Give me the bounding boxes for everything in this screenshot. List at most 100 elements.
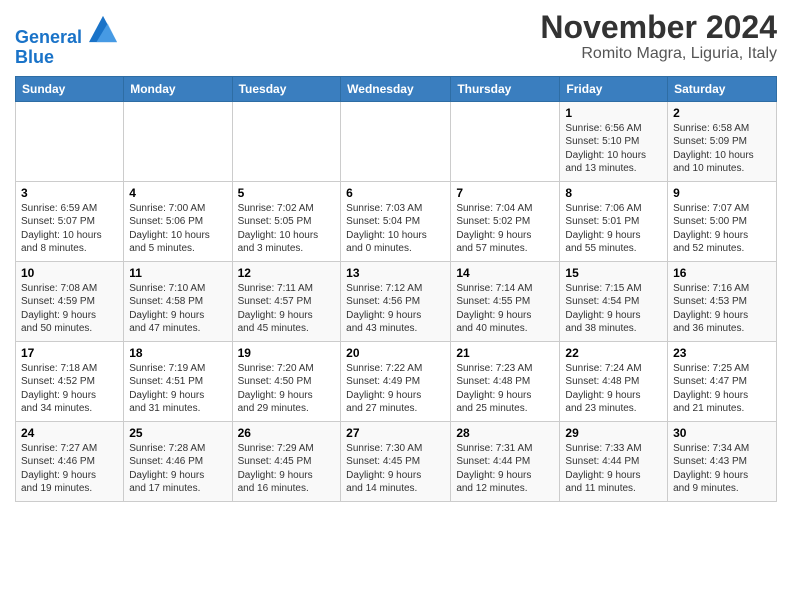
calendar-cell: 22 Sunrise: 7:24 AMSunset: 4:48 PMDayligh…	[560, 341, 668, 421]
day-number: 4	[129, 186, 226, 200]
day-info: Sunrise: 7:04 AMSunset: 5:02 PMDaylight:…	[456, 202, 554, 256]
day-info: Sunrise: 7:24 AMSunset: 4:48 PMDaylight:…	[565, 362, 662, 416]
day-number: 13	[346, 266, 445, 280]
calendar-cell: 25Sunrise: 7:28 AMSunset: 4:46 PMDayligh…	[124, 421, 232, 501]
calendar-cell	[124, 101, 232, 181]
main-title: November 2024	[540, 10, 777, 45]
day-number: 16	[673, 266, 771, 280]
calendar-cell: 28Sunrise: 7:31 AMSunset: 4:44 PMDayligh…	[451, 421, 560, 501]
day-info: Sunrise: 7:25 AMSunset: 4:47 PMDaylight:…	[673, 362, 771, 416]
calendar-cell: 12Sunrise: 7:11 AMSunset: 4:57 PMDayligh…	[232, 261, 341, 341]
day-number: 18	[129, 346, 226, 360]
calendar-table: SundayMondayTuesdayWednesdayThursdayFrid…	[15, 76, 777, 502]
day-info: Sunrise: 7:08 AMSunset: 4:59 PMDaylight:…	[21, 282, 118, 336]
day-info: Sunrise: 7:02 AMSunset: 5:05 PMDaylight:…	[238, 202, 336, 256]
calendar-cell: 13 Sunrise: 7:12 AMSunset: 4:56 PMDayligh…	[341, 261, 451, 341]
day-number: 2	[673, 106, 771, 120]
day-info: Sunrise: 7:33 AMSunset: 4:44 PMDaylight:…	[565, 442, 662, 496]
calendar-cell: 27 Sunrise: 7:30 AMSunset: 4:45 PMDayligh…	[341, 421, 451, 501]
calendar-cell: 16 Sunrise: 7:16 AMSunset: 4:53 PMDayligh…	[668, 261, 777, 341]
calendar-cell: 24 Sunrise: 7:27 AMSunset: 4:46 PMDayligh…	[16, 421, 124, 501]
calendar-cell: 15 Sunrise: 7:15 AMSunset: 4:54 PMDayligh…	[560, 261, 668, 341]
day-number: 10	[21, 266, 118, 280]
day-info: Sunrise: 7:06 AMSunset: 5:01 PMDaylight:…	[565, 202, 662, 256]
day-number: 22	[565, 346, 662, 360]
day-info: Sunrise: 6:56 AMSunset: 5:10 PMDaylight:…	[565, 122, 662, 176]
calendar-header: SundayMondayTuesdayWednesdayThursdayFrid…	[16, 76, 777, 101]
day-number: 9	[673, 186, 771, 200]
day-info: Sunrise: 7:03 AMSunset: 5:04 PMDaylight:…	[346, 202, 445, 256]
day-number: 26	[238, 426, 336, 440]
calendar-cell: 19Sunrise: 7:20 AMSunset: 4:50 PMDayligh…	[232, 341, 341, 421]
title-area: November 2024 Romito Magra, Liguria, Ita…	[540, 10, 777, 63]
calendar-cell: 21 Sunrise: 7:23 AMSunset: 4:48 PMDayligh…	[451, 341, 560, 421]
day-info: Sunrise: 7:34 AMSunset: 4:43 PMDaylight:…	[673, 442, 771, 496]
day-info: Sunrise: 7:22 AMSunset: 4:49 PMDaylight:…	[346, 362, 445, 416]
day-info: Sunrise: 6:59 AMSunset: 5:07 PMDaylight:…	[21, 202, 118, 256]
weekday-header-thursday: Thursday	[451, 76, 560, 101]
day-info: Sunrise: 7:14 AMSunset: 4:55 PMDaylight:…	[456, 282, 554, 336]
subtitle: Romito Magra, Liguria, Italy	[540, 45, 777, 63]
day-number: 17	[21, 346, 118, 360]
day-number: 12	[238, 266, 336, 280]
day-number: 27	[346, 426, 445, 440]
header-area: General Blue November 2024 Romito Magra,…	[15, 10, 777, 68]
logo-icon	[89, 15, 117, 43]
day-info: Sunrise: 7:00 AMSunset: 5:06 PMDaylight:…	[129, 202, 226, 256]
day-info: Sunrise: 7:15 AMSunset: 4:54 PMDaylight:…	[565, 282, 662, 336]
logo-text: General	[15, 15, 117, 48]
calendar-cell	[341, 101, 451, 181]
day-number: 20	[346, 346, 445, 360]
day-info: Sunrise: 7:23 AMSunset: 4:48 PMDaylight:…	[456, 362, 554, 416]
day-number: 11	[129, 266, 226, 280]
day-info: Sunrise: 7:19 AMSunset: 4:51 PMDaylight:…	[129, 362, 226, 416]
calendar-cell: 5 Sunrise: 7:02 AMSunset: 5:05 PMDaylight…	[232, 181, 341, 261]
calendar-cell	[16, 101, 124, 181]
calendar-cell: 4 Sunrise: 7:00 AMSunset: 5:06 PMDaylight…	[124, 181, 232, 261]
logo-blue: Blue	[15, 48, 117, 68]
calendar-cell: 26 Sunrise: 7:29 AMSunset: 4:45 PMDayligh…	[232, 421, 341, 501]
calendar-cell: 10 Sunrise: 7:08 AMSunset: 4:59 PMDayligh…	[16, 261, 124, 341]
day-number: 24	[21, 426, 118, 440]
logo: General Blue	[15, 15, 117, 68]
day-info: Sunrise: 7:29 AMSunset: 4:45 PMDaylight:…	[238, 442, 336, 496]
day-info: Sunrise: 7:16 AMSunset: 4:53 PMDaylight:…	[673, 282, 771, 336]
calendar-week-3: 17 Sunrise: 7:18 AMSunset: 4:52 PMDayligh…	[16, 341, 777, 421]
weekday-header-sunday: Sunday	[16, 76, 124, 101]
day-number: 14	[456, 266, 554, 280]
day-info: Sunrise: 7:07 AMSunset: 5:00 PMDaylight:…	[673, 202, 771, 256]
day-number: 15	[565, 266, 662, 280]
day-info: Sunrise: 7:30 AMSunset: 4:45 PMDaylight:…	[346, 442, 445, 496]
day-number: 30	[673, 426, 771, 440]
day-info: Sunrise: 7:10 AMSunset: 4:58 PMDaylight:…	[129, 282, 226, 336]
day-info: Sunrise: 7:28 AMSunset: 4:46 PMDaylight:…	[129, 442, 226, 496]
day-number: 8	[565, 186, 662, 200]
calendar-week-0: 1 Sunrise: 6:56 AMSunset: 5:10 PMDaylight…	[16, 101, 777, 181]
calendar-cell: 8 Sunrise: 7:06 AMSunset: 5:01 PMDaylight…	[560, 181, 668, 261]
weekday-header-tuesday: Tuesday	[232, 76, 341, 101]
calendar-cell	[232, 101, 341, 181]
day-number: 5	[238, 186, 336, 200]
calendar-week-4: 24 Sunrise: 7:27 AMSunset: 4:46 PMDayligh…	[16, 421, 777, 501]
calendar-cell: 9 Sunrise: 7:07 AMSunset: 5:00 PMDaylight…	[668, 181, 777, 261]
day-info: Sunrise: 7:18 AMSunset: 4:52 PMDaylight:…	[21, 362, 118, 416]
calendar-cell: 23 Sunrise: 7:25 AMSunset: 4:47 PMDayligh…	[668, 341, 777, 421]
calendar-week-2: 10 Sunrise: 7:08 AMSunset: 4:59 PMDayligh…	[16, 261, 777, 341]
day-number: 1	[565, 106, 662, 120]
calendar-cell: 11 Sunrise: 7:10 AMSunset: 4:58 PMDayligh…	[124, 261, 232, 341]
calendar-week-1: 3Sunrise: 6:59 AMSunset: 5:07 PMDaylight…	[16, 181, 777, 261]
calendar-cell: 18 Sunrise: 7:19 AMSunset: 4:51 PMDayligh…	[124, 341, 232, 421]
day-info: Sunrise: 7:27 AMSunset: 4:46 PMDaylight:…	[21, 442, 118, 496]
day-number: 21	[456, 346, 554, 360]
day-info: Sunrise: 7:12 AMSunset: 4:56 PMDaylight:…	[346, 282, 445, 336]
header-row: SundayMondayTuesdayWednesdayThursdayFrid…	[16, 76, 777, 101]
day-number: 7	[456, 186, 554, 200]
day-number: 28	[456, 426, 554, 440]
calendar-cell	[451, 101, 560, 181]
day-number: 23	[673, 346, 771, 360]
calendar-cell: 30 Sunrise: 7:34 AMSunset: 4:43 PMDayligh…	[668, 421, 777, 501]
calendar-cell: 29Sunrise: 7:33 AMSunset: 4:44 PMDayligh…	[560, 421, 668, 501]
weekday-header-friday: Friday	[560, 76, 668, 101]
weekday-header-monday: Monday	[124, 76, 232, 101]
logo-general: General	[15, 27, 82, 47]
